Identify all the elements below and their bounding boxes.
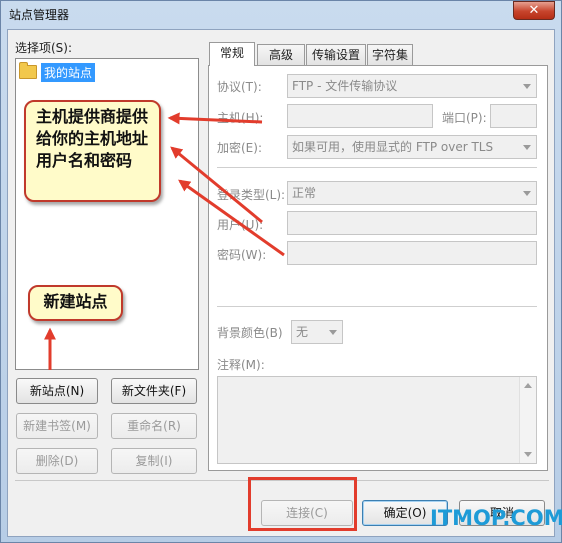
encryption-value: 如果可用，使用显式的 FTP over TLS: [292, 140, 494, 154]
logon-type-value: 正常: [292, 186, 317, 200]
chevron-down-icon: [523, 191, 531, 196]
tab-general[interactable]: 常规: [209, 42, 255, 66]
encryption-label: 加密(E):: [217, 141, 262, 155]
select-entry-label: 选择项(S):: [15, 41, 73, 55]
new-bookmark-button[interactable]: 新建书签(M): [16, 413, 98, 439]
host-info-callout: 主机提供商提供给你的主机地址用户名和密码: [24, 100, 161, 202]
window-title: 站点管理器: [9, 8, 70, 22]
divider: [217, 167, 537, 168]
user-input[interactable]: [287, 211, 537, 235]
tab-transfer-settings[interactable]: 传输设置: [306, 44, 366, 66]
close-icon: ✕: [528, 3, 540, 18]
general-settings-panel: 协议(T): FTP - 文件传输协议 主机(H): 端口(P): 加密(E):…: [208, 65, 548, 471]
tree-item-label: 我的站点: [41, 62, 96, 82]
logon-type-select[interactable]: 正常: [287, 181, 537, 205]
protocol-select[interactable]: FTP - 文件传输协议: [287, 74, 537, 98]
bg-color-value: 无: [296, 325, 309, 339]
port-label: 端口(P):: [442, 111, 487, 125]
logon-type-label: 登录类型(L):: [217, 188, 286, 202]
copy-button[interactable]: 复制(I): [111, 448, 197, 474]
host-input[interactable]: [287, 104, 433, 128]
chevron-down-icon: [523, 145, 531, 150]
site-manager-window: 站点管理器 ✕ 选择项(S): 我的站点 新站点(N) 新文件夹(F) 新建书签…: [0, 0, 562, 543]
new-folder-button[interactable]: 新文件夹(F): [111, 378, 197, 404]
folder-icon: [19, 62, 37, 79]
close-button[interactable]: ✕: [513, 1, 555, 20]
tab-advanced[interactable]: 高级: [257, 44, 305, 66]
host-label: 主机(H):: [217, 111, 264, 125]
comments-label: 注释(M):: [217, 358, 265, 372]
protocol-label: 协议(T):: [217, 80, 262, 94]
protocol-value: FTP - 文件传输协议: [292, 79, 398, 93]
scroll-down-icon[interactable]: [524, 452, 532, 457]
tab-charset[interactable]: 字符集: [367, 44, 413, 66]
watermark-text: ITMOP.COM: [430, 506, 562, 530]
new-site-button[interactable]: 新站点(N): [16, 378, 98, 404]
delete-button[interactable]: 删除(D): [16, 448, 98, 474]
chevron-down-icon: [523, 84, 531, 89]
comments-textarea[interactable]: [217, 376, 537, 464]
chevron-down-icon: [329, 330, 337, 335]
bg-color-label: 背景颜色(B): [217, 326, 283, 340]
comments-scrollbar[interactable]: [519, 377, 536, 463]
divider: [217, 306, 537, 307]
port-input[interactable]: [490, 104, 537, 128]
password-input[interactable]: [287, 241, 537, 265]
user-label: 用户(U):: [217, 218, 264, 232]
tree-item-my-sites[interactable]: 我的站点: [19, 62, 96, 82]
password-label: 密码(W):: [217, 248, 267, 262]
rename-button[interactable]: 重命名(R): [111, 413, 197, 439]
bg-color-select[interactable]: 无: [291, 320, 343, 344]
connect-highlight-box: [248, 477, 357, 531]
encryption-select[interactable]: 如果可用，使用显式的 FTP over TLS: [287, 135, 537, 159]
new-site-callout: 新建站点: [28, 285, 123, 321]
scroll-up-icon[interactable]: [524, 383, 532, 388]
title-bar[interactable]: 站点管理器 ✕: [1, 1, 561, 29]
